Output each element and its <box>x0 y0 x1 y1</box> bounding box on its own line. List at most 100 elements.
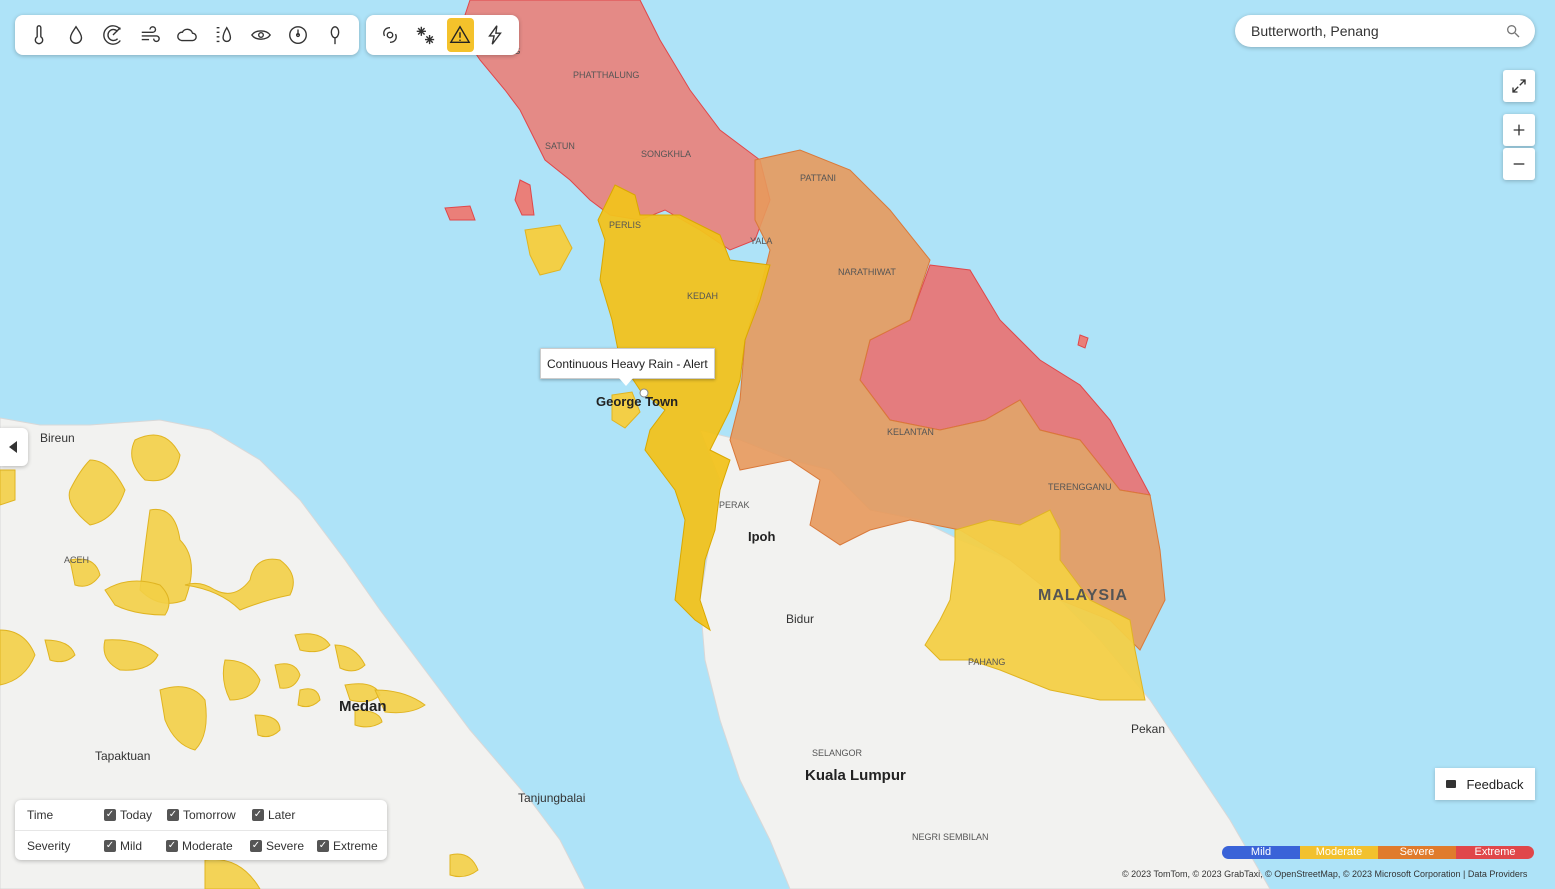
hurricane-icon <box>382 26 397 44</box>
zoom-out-button[interactable] <box>1503 148 1535 180</box>
radar-icon <box>103 25 122 45</box>
winter-storm-button[interactable] <box>411 18 438 52</box>
visibility-icon <box>250 30 271 40</box>
pollen-icon <box>330 26 339 45</box>
filter-tomorrow-label: Tomorrow <box>183 808 236 822</box>
label-satun: SATUN <box>545 141 575 151</box>
expand-side-panel-button[interactable] <box>0 428 28 466</box>
filter-extreme-label: Extreme <box>333 839 378 853</box>
thermometer-button[interactable] <box>25 18 54 52</box>
feedback-icon <box>1446 780 1457 788</box>
filter-severe-label: Severe <box>266 839 305 853</box>
search-input[interactable] <box>1249 22 1505 40</box>
severity-legend: Mild Moderate Severe Extreme <box>1222 846 1534 859</box>
severity-filter-row: Severity ✓ Mild ✓ Moderate ✓ Severe ✓ Extrem… <box>15 831 387 861</box>
checkbox-checked-icon: ✓ <box>317 840 329 852</box>
label-aceh: ACEH <box>64 555 89 565</box>
filter-tomorrow[interactable]: ✓ Tomorrow <box>167 808 236 822</box>
zoom-in-button[interactable] <box>1503 114 1535 146</box>
pollen-button[interactable] <box>320 18 349 52</box>
minus-icon <box>1513 163 1525 165</box>
label-pattani: PATTANI <box>800 173 836 183</box>
plus-icon <box>1513 124 1525 136</box>
legend-severe: Severe <box>1378 846 1456 859</box>
pressure-button[interactable] <box>283 18 312 52</box>
visibility-button[interactable] <box>246 18 275 52</box>
filter-severe[interactable]: ✓ Severe <box>250 839 304 853</box>
alert-layer-toolbar <box>366 15 519 55</box>
alert-filters-panel: Time ✓ Today ✓ Tomorrow ✓ Later Severity ✓ M… <box>15 800 387 860</box>
label-ipoh: Ipoh <box>748 529 775 544</box>
severity-filter-label: Severity <box>27 839 71 853</box>
label-bidur: Bidur <box>786 612 814 626</box>
label-malaysia: MALAYSIA <box>1038 587 1128 604</box>
chevron-left-icon <box>9 441 17 453</box>
hurricane-button[interactable] <box>376 18 403 52</box>
filter-later-label: Later <box>268 808 296 822</box>
label-perlis: PERLIS <box>609 220 641 230</box>
map-attribution: © 2023 TomTom, © 2023 GrabTaxi, © OpenSt… <box>1122 869 1528 879</box>
label-songkhla: SONGKHLA <box>641 149 691 159</box>
search-icon[interactable] <box>1505 23 1521 39</box>
winter-storm-icon <box>416 26 435 45</box>
checkbox-checked-icon: ✓ <box>252 809 264 821</box>
droplet-icon <box>70 25 83 44</box>
fullscreen-button[interactable] <box>1503 70 1535 102</box>
filter-today[interactable]: ✓ Today <box>104 808 152 822</box>
time-filter-row: Time ✓ Today ✓ Tomorrow ✓ Later <box>15 800 387 831</box>
label-pahang: PAHANG <box>968 657 1005 667</box>
label-pekan: Pekan <box>1131 722 1165 736</box>
label-george-town: George Town <box>596 394 678 409</box>
label-perak: PERAK <box>719 500 750 510</box>
label-tanjungbalai: Tanjungbalai <box>518 791 585 805</box>
checkbox-checked-icon: ✓ <box>104 840 116 852</box>
checkbox-checked-icon: ✓ <box>250 840 262 852</box>
label-yala: YALA <box>750 236 772 246</box>
expand-icon <box>1512 79 1526 93</box>
cloud-icon <box>177 28 197 42</box>
filter-moderate[interactable]: ✓ Moderate <box>166 839 233 853</box>
label-kuala-lumpur: Kuala Lumpur <box>805 767 906 784</box>
time-filter-label: Time <box>27 808 54 822</box>
label-tapaktuan: Tapaktuan <box>95 749 150 763</box>
island-red-2 <box>444 205 476 221</box>
label-kelantan: KELANTAN <box>887 427 934 437</box>
filter-extreme[interactable]: ✓ Extreme <box>317 839 378 853</box>
label-narathiwat: NARATHIWAT <box>838 267 896 277</box>
cloud-button[interactable] <box>173 18 202 52</box>
thermometer-icon <box>35 25 44 45</box>
label-negri-sembilan: NEGRI SEMBILAN <box>912 832 989 842</box>
legend-mild: Mild <box>1222 846 1300 859</box>
severe-alerts-button[interactable] <box>446 18 474 52</box>
label-bireun: Bireun <box>40 431 75 445</box>
wind-icon <box>141 26 160 43</box>
legend-extreme: Extreme <box>1456 846 1534 859</box>
label-terengganu: TERENGGANU <box>1048 482 1112 492</box>
feedback-label: Feedback <box>1466 776 1524 792</box>
filter-mild[interactable]: ✓ Mild <box>104 839 142 853</box>
wind-button[interactable] <box>136 18 165 52</box>
warning-icon <box>449 25 471 44</box>
location-search <box>1235 15 1535 47</box>
label-selangor: SELANGOR <box>812 748 863 758</box>
legend-moderate: Moderate <box>1300 846 1378 859</box>
precipitation-button[interactable] <box>62 18 91 52</box>
lightning-icon <box>488 25 503 45</box>
label-kedah: KEDAH <box>687 291 718 301</box>
humidity-button[interactable] <box>209 18 238 52</box>
checkbox-checked-icon: ✓ <box>166 840 178 852</box>
filter-today-label: Today <box>120 808 153 822</box>
alert-tooltip[interactable]: Continuous Heavy Rain - Alert <box>540 348 715 386</box>
filter-later[interactable]: ✓ Later <box>252 808 295 822</box>
feedback-button[interactable]: Feedback <box>1435 768 1535 800</box>
lightning-button[interactable] <box>482 18 509 52</box>
label-phatthalung: PHATTHALUNG <box>573 70 639 80</box>
weather-layer-toolbar <box>15 15 359 55</box>
pressure-icon <box>288 26 307 44</box>
radar-button[interactable] <box>99 18 128 52</box>
map-canvas[interactable]: NG PHATTHALUNG SATUN SONGKHLA PATTANI YA… <box>0 0 1555 889</box>
label-medan: Medan <box>339 698 387 715</box>
filter-mild-label: Mild <box>120 839 143 853</box>
filter-moderate-label: Moderate <box>182 839 233 853</box>
location-pin[interactable] <box>639 388 649 398</box>
